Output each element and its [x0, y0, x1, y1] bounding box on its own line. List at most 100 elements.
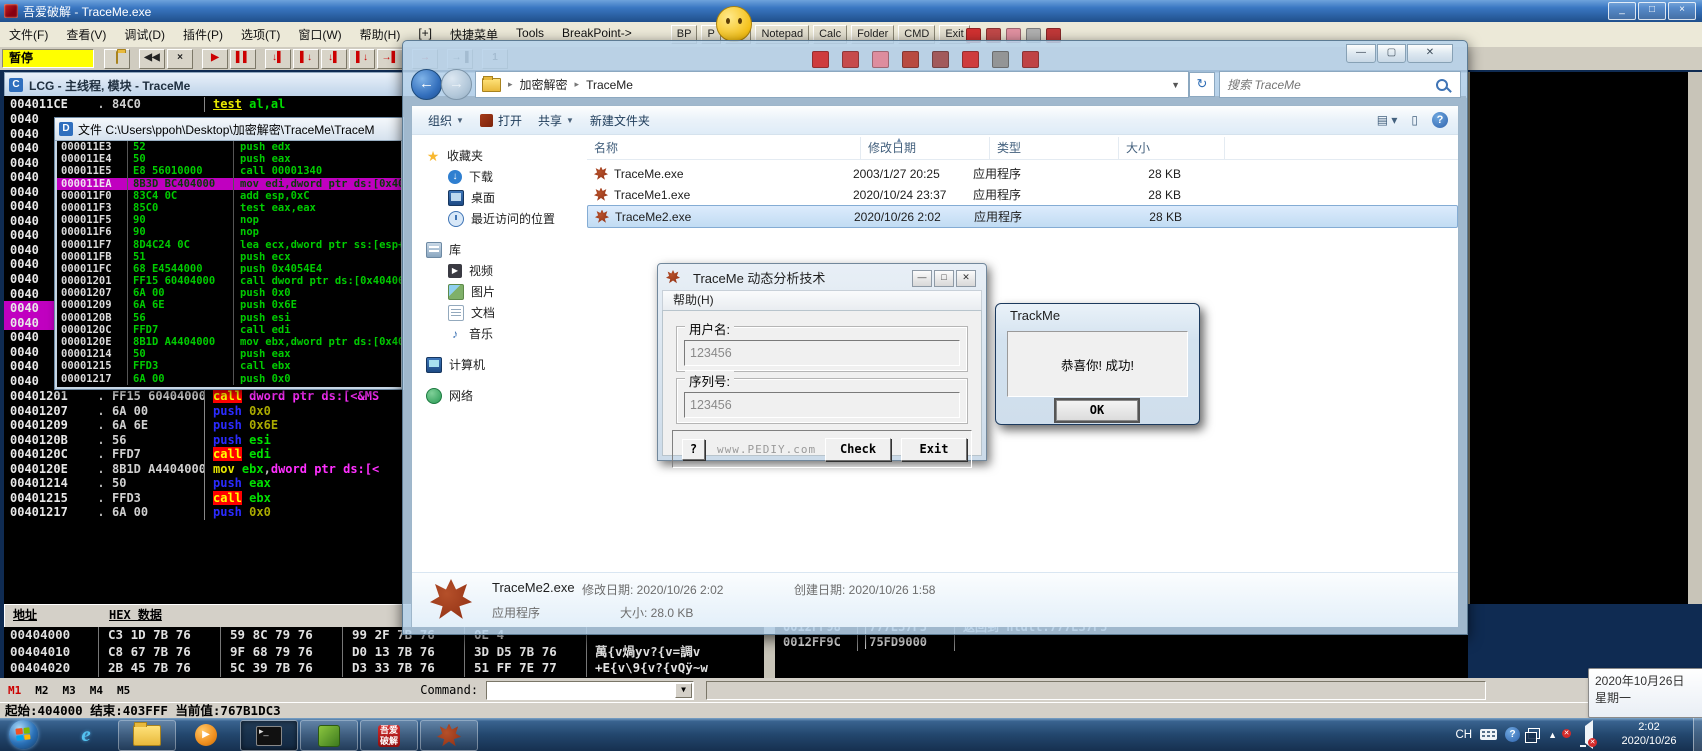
views-icon[interactable]: ▤ ▾: [1377, 113, 1398, 127]
hexdump-row[interactable]: 00404020 2B 45 7B 76 5C 39 7B 76 D3 33 7B 7…: [4, 660, 764, 677]
dialog-maximize-button[interactable]: □: [934, 270, 954, 287]
file-disasm-row[interactable]: 00001201 FF15 60404000 call dword ptr ds:[…: [57, 275, 401, 288]
file-disasm-window[interactable]: D 文件 C:\Users\ppoh\Desktop\加密解密\TraceMe\…: [54, 117, 404, 390]
dialog-close-button[interactable]: ✕: [956, 270, 976, 287]
toolbar-button[interactable]: ×: [167, 48, 193, 69]
toolbar-button[interactable]: →▌: [377, 48, 403, 69]
sidebar-item[interactable]: 图片: [412, 281, 580, 302]
dialog-menu-help[interactable]: 帮助(H): [662, 290, 982, 312]
debugger-minimize-button[interactable]: _: [1608, 2, 1636, 20]
menu-item[interactable]: 调试(D): [115, 26, 174, 43]
file-disasm-row[interactable]: 00001207 6A 00 push 0x0: [57, 287, 401, 300]
stack-row[interactable]: 0012FF9C │75FD9000: [775, 635, 1190, 651]
column-header-2[interactable]: 修改日期: [861, 137, 990, 159]
serial-field[interactable]: [684, 392, 960, 418]
plugin-icon[interactable]: [842, 51, 859, 68]
traceme-dialog[interactable]: TraceMe 动态分析技术 — □ ✕ 帮助(H) 用户名: 序列号: ? w…: [657, 263, 987, 468]
taskbar-greenapp-button[interactable]: [300, 720, 358, 751]
file-disasm-titlebar[interactable]: D 文件 C:\Users\ppoh\Desktop\加密解密\TraceMe\…: [55, 118, 403, 141]
help-icon[interactable]: ?: [1432, 112, 1448, 128]
file-disasm-row[interactable]: 0000120E 8B1D A4404000 mov ebx,dword ptr d…: [57, 336, 401, 349]
exit-button[interactable]: Exit: [901, 438, 967, 461]
taskbar-explorer-button[interactable]: [118, 720, 176, 751]
explorer-close-button[interactable]: ✕: [1407, 44, 1453, 63]
toolbar-button[interactable]: ▌↓: [349, 48, 375, 69]
breadcrumb-path[interactable]: ▸ 加密解密 ▸ TraceMe: [501, 76, 633, 93]
taskbar-clock[interactable]: 2:02 2020/10/26: [1606, 720, 1692, 748]
forward-button[interactable]: →: [441, 69, 472, 100]
navigation-pane[interactable]: ★ 收藏夹 ↓ 下载 桌面 最近访问的位置库 ▶ 视频 图片 文档 ♪ 音乐 计算机 网络: [412, 135, 580, 572]
taskbar-traceme-button[interactable]: [420, 720, 478, 751]
keyboard-icon[interactable]: [1480, 729, 1498, 740]
file-disasm-row[interactable]: 000011F6 90 nop: [57, 226, 401, 239]
memory-tab-m3[interactable]: M3: [63, 684, 76, 697]
search-input[interactable]: [1220, 76, 1436, 93]
plugin-icon[interactable]: [932, 51, 949, 68]
file-disasm-row[interactable]: 000011F7 8D4C24 0C lea ecx,dword ptr ss:[e…: [57, 238, 401, 251]
memory-tab-m4[interactable]: M4: [90, 684, 103, 697]
file-disasm-row[interactable]: 000011EA 8B3D BC404000 mov edi,dword ptr d…: [57, 177, 401, 190]
menu-item[interactable]: 插件(P): [174, 26, 232, 43]
username-field[interactable]: [684, 340, 960, 366]
plugin-icon[interactable]: [992, 51, 1009, 68]
file-row[interactable]: TraceMe.exe 2003/1/27 20:25 应用程序 28 KB: [587, 163, 1458, 184]
file-disasm-row[interactable]: 000011E4 50 push eax: [57, 153, 401, 166]
dialog-minimize-button[interactable]: —: [912, 270, 932, 287]
chevron-down-icon[interactable]: ▼: [1171, 80, 1188, 90]
toolbar-button[interactable]: ◀◀: [139, 48, 165, 69]
file-disasm-row[interactable]: 00001214 50 push eax: [57, 348, 401, 361]
file-disasm-row[interactable]: 0000120C FFD7 call edi: [57, 323, 401, 336]
menu-item[interactable]: 窗口(W): [289, 26, 350, 43]
new-folder-button[interactable]: 新建文件夹: [590, 112, 650, 129]
share-button[interactable]: 共享 ▼: [538, 112, 574, 129]
command-combobox[interactable]: ▼: [486, 680, 695, 700]
column-header-1[interactable]: 名称: [587, 137, 861, 159]
file-disasm-row[interactable]: 000011FC 68 E4544000 push 0x4054E4: [57, 262, 401, 276]
help-tray-icon[interactable]: ?: [1505, 727, 1521, 742]
registers-pane[interactable]: [1468, 72, 1700, 604]
language-indicator[interactable]: CH: [1455, 729, 1472, 741]
chevron-down-icon[interactable]: ▼: [675, 682, 693, 698]
tray-expand-icon[interactable]: ▲: [1548, 730, 1557, 740]
taskbar-mediaplayer-button[interactable]: ▶: [178, 720, 234, 749]
file-disasm-body[interactable]: 000011E3 52 push edx 000011E4 50 push eax 0000…: [57, 141, 401, 387]
menu-item[interactable]: 帮助(H): [351, 26, 410, 43]
file-disasm-row[interactable]: 000011E3 52 push edx: [57, 141, 401, 154]
sidebar-item[interactable]: ▶ 视频: [412, 260, 580, 281]
restore-windows-icon[interactable]: [1525, 727, 1541, 743]
refresh-button[interactable]: ↻: [1189, 72, 1215, 97]
column-header-3[interactable]: 类型: [990, 137, 1119, 159]
toolbar-button[interactable]: ▌▌: [230, 48, 256, 69]
breadcrumb-segment[interactable]: TraceMe: [586, 78, 633, 92]
plugin-icon[interactable]: [1022, 51, 1039, 68]
file-row[interactable]: TraceMe2.exe 2020/10/26 2:02 应用程序 28 KB: [587, 205, 1458, 228]
taskbar-52pojie-button[interactable]: 吾爱破解: [360, 720, 418, 751]
column-header-4[interactable]: 大小: [1119, 137, 1225, 159]
sidebar-item[interactable]: 桌面: [412, 187, 580, 208]
debugger-maximize-button[interactable]: □: [1638, 2, 1666, 20]
open-button[interactable]: 打开: [479, 112, 522, 129]
sidebar-item-star[interactable]: ★ 收藏夹: [412, 145, 580, 166]
file-row[interactable]: TraceMe1.exe 2020/10/24 23:37 应用程序 28 KB: [587, 184, 1458, 205]
taskbar-console-button[interactable]: ▸_: [240, 720, 298, 751]
memory-tab-m5[interactable]: M5: [117, 684, 130, 697]
file-disasm-row[interactable]: 00001217 6A 00 push 0x0: [57, 372, 401, 385]
sidebar-item[interactable]: ♪ 音乐: [412, 323, 580, 344]
registers-scrollbar[interactable]: [1688, 72, 1702, 604]
file-disasm-row[interactable]: 00001209 6A 6E push 0x6E: [57, 299, 401, 312]
plugin-icon[interactable]: [962, 51, 979, 68]
file-disasm-row[interactable]: 000011F3 85C0 test eax,eax: [57, 201, 401, 215]
file-disasm-rows[interactable]: 000011E3 52 push edx 000011E4 50 push eax 0000…: [57, 141, 401, 385]
file-disasm-row[interactable]: 000011FB 51 push ecx: [57, 250, 401, 263]
plugin-icon[interactable]: [872, 51, 889, 68]
memory-tab-m2[interactable]: M2: [35, 684, 48, 697]
volume-icon[interactable]: ✕: [1585, 719, 1597, 749]
file-disasm-row[interactable]: 000011F0 83C4 0C add esp,0xC: [57, 189, 401, 202]
sidebar-item[interactable]: ↓ 下载: [412, 166, 580, 187]
menu-item[interactable]: 文件(F): [0, 26, 57, 43]
sidebar-item-net[interactable]: 网络: [412, 385, 580, 406]
file-list-header[interactable]: 名称 修改日期 类型 大小 ▴: [587, 135, 1458, 160]
plugin-icon[interactable]: [902, 51, 919, 68]
trackme-msgbox[interactable]: TrackMe 恭喜你! 成功! OK: [995, 303, 1200, 425]
plugin-icon[interactable]: [812, 51, 829, 68]
